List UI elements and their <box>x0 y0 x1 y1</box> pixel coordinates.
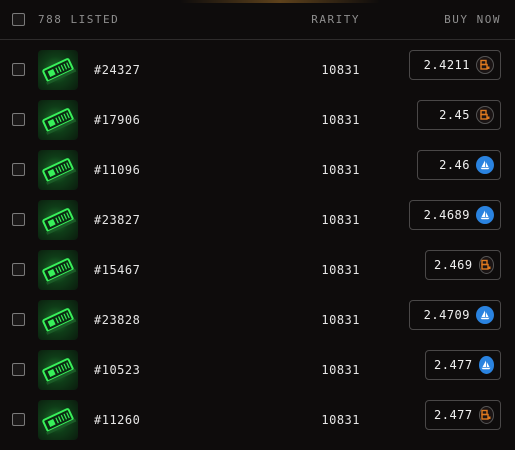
row-checkbox[interactable] <box>12 363 25 376</box>
buy-now-button[interactable]: 2.477 <box>425 400 501 430</box>
nft-thumbnail[interactable] <box>38 150 78 190</box>
row-checkbox[interactable] <box>12 213 25 226</box>
rarity-column-header[interactable]: RARITY <box>311 13 360 26</box>
token-id[interactable]: #23827 <box>94 213 140 227</box>
listing-row[interactable]: #23827 10831 2.4689 <box>0 200 515 250</box>
nft-thumbnail[interactable] <box>38 200 78 240</box>
row-checkbox[interactable] <box>12 263 25 276</box>
listing-row[interactable]: #10523 10831 2.477 <box>0 350 515 400</box>
price-value: 2.4709 <box>423 308 470 322</box>
rarity-value: 10831 <box>321 363 360 377</box>
price-value: 2.46 <box>439 158 470 172</box>
orange-b-icon <box>478 406 494 424</box>
nft-thumbnail[interactable] <box>38 400 78 440</box>
price-value: 2.4689 <box>423 208 470 222</box>
listing-header: 788 LISTED RARITY BUY NOW <box>0 0 515 40</box>
listing-row[interactable]: #24327 10831 2.4211 <box>0 50 515 100</box>
buy-now-button[interactable]: 2.46 <box>417 150 501 180</box>
token-id[interactable]: #17906 <box>94 113 140 127</box>
price-value: 2.45 <box>439 108 470 122</box>
buy-now-button[interactable]: 2.45 <box>417 100 501 130</box>
row-checkbox[interactable] <box>12 163 25 176</box>
rarity-value: 10831 <box>321 63 360 77</box>
blue-sailboat-icon <box>476 156 494 174</box>
rarity-value: 10831 <box>321 313 360 327</box>
rarity-value: 10831 <box>321 163 360 177</box>
listed-count: 788 LISTED <box>38 13 120 26</box>
buy-now-button[interactable]: 2.4709 <box>409 300 501 330</box>
orange-b-icon <box>478 256 494 274</box>
nft-thumbnail[interactable] <box>38 250 78 290</box>
token-id[interactable]: #24327 <box>94 63 140 77</box>
rarity-value: 10831 <box>321 413 360 427</box>
listing-row[interactable]: #23828 10831 2.4709 <box>0 300 515 350</box>
orange-b-icon <box>476 106 494 124</box>
listing-row[interactable]: #15467 10831 2.469 <box>0 250 515 300</box>
token-id[interactable]: #11260 <box>94 413 140 427</box>
row-checkbox[interactable] <box>12 413 25 426</box>
token-id[interactable]: #10523 <box>94 363 140 377</box>
orange-b-icon <box>476 56 494 74</box>
blue-sailboat-icon <box>478 356 494 374</box>
rarity-value: 10831 <box>321 113 360 127</box>
token-id[interactable]: #15467 <box>94 263 140 277</box>
buy-now-button[interactable]: 2.4211 <box>409 50 501 80</box>
price-value: 2.477 <box>434 408 473 422</box>
rarity-value: 10831 <box>321 213 360 227</box>
nft-thumbnail[interactable] <box>38 350 78 390</box>
listing-row[interactable]: #11260 10831 2.477 <box>0 400 515 450</box>
token-id[interactable]: #23828 <box>94 313 140 327</box>
nft-thumbnail[interactable] <box>38 100 78 140</box>
blue-sailboat-icon <box>476 206 494 224</box>
price-value: 2.4211 <box>423 58 470 72</box>
buy-now-button[interactable]: 2.469 <box>425 250 501 280</box>
select-all-checkbox[interactable] <box>12 13 25 26</box>
price-value: 2.469 <box>434 258 473 272</box>
buy-now-column-header[interactable]: BUY NOW <box>444 13 501 26</box>
listing-row[interactable]: #11096 10831 2.46 <box>0 150 515 200</box>
rarity-value: 10831 <box>321 263 360 277</box>
blue-sailboat-icon <box>476 306 494 324</box>
price-value: 2.477 <box>434 358 473 372</box>
row-checkbox[interactable] <box>12 63 25 76</box>
buy-now-button[interactable]: 2.477 <box>425 350 501 380</box>
buy-now-button[interactable]: 2.4689 <box>409 200 501 230</box>
token-id[interactable]: #11096 <box>94 163 140 177</box>
listing-row[interactable]: #17906 10831 2.45 <box>0 100 515 150</box>
nft-thumbnail[interactable] <box>38 300 78 340</box>
nft-thumbnail[interactable] <box>38 50 78 90</box>
row-checkbox[interactable] <box>12 313 25 326</box>
row-checkbox[interactable] <box>12 113 25 126</box>
